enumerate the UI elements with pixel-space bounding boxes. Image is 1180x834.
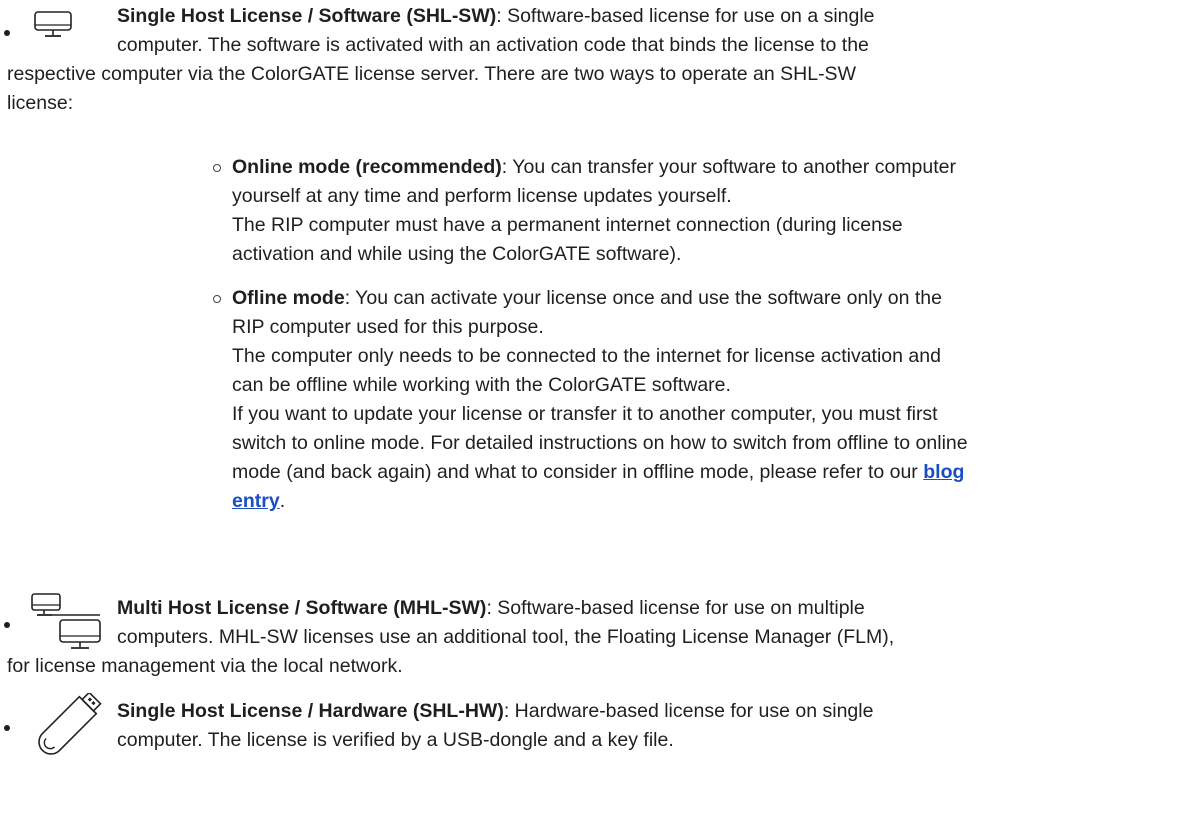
mode-line-2: RIP computer used for this purpose. [232, 316, 544, 338]
mode-line-8: entry. [232, 490, 286, 512]
bullet [4, 725, 10, 731]
mode-line-3: The computer only needs to be connected … [232, 345, 941, 367]
license-item-shl-hw: Single Host License / Hardware (SHL-HW):… [0, 693, 1160, 755]
license-line-2: computers. MHL-SW licenses use an additi… [117, 626, 895, 648]
mode-line-6: switch to online mode. For detailed inst… [232, 432, 968, 454]
mode-line-4: activation and while using the ColorGATE… [232, 243, 682, 265]
two-monitors-icon [31, 593, 101, 649]
mode-line-1: Online mode (recommended): You can trans… [232, 156, 956, 178]
mode-title: Online mode (recommended) [232, 156, 502, 178]
license-title: Multi Host License / Software (MHL-SW) [117, 597, 487, 619]
license-line-1: Single Host License / Hardware (SHL-HW):… [117, 700, 874, 722]
mode-line-5: If you want to update your license or tr… [232, 403, 938, 425]
license-item-shl-sw: Single Host License / Software (SHL-SW):… [0, 2, 1160, 118]
mode-item-online: Online mode (recommended): You can trans… [213, 153, 1162, 269]
blog-entry-link[interactable]: blog [923, 461, 964, 483]
mode-line-1: Ofline mode: You can activate your licen… [232, 287, 942, 309]
license-line-4: license: [7, 92, 74, 114]
license-line-2: computer. The software is activated with… [117, 34, 869, 56]
license-line-3: for license management via the local net… [7, 655, 403, 677]
bullet [4, 622, 10, 628]
license-types-document: Single Host License / Software (SHL-SW):… [0, 0, 1180, 834]
monitor-icon [34, 11, 72, 37]
license-title: Single Host License / Software (SHL-SW) [117, 5, 497, 27]
mode-line-2: yourself at any time and perform license… [232, 185, 732, 207]
license-line-1: Single Host License / Software (SHL-SW):… [117, 5, 875, 27]
license-title: Single Host License / Hardware (SHL-HW) [117, 700, 504, 722]
blog-entry-link-continued[interactable]: entry [232, 490, 280, 512]
mode-line-3: The RIP computer must have a permanent i… [232, 214, 903, 236]
license-line-2: computer. The license is verified by a U… [117, 729, 674, 751]
circle-bullet [213, 164, 221, 172]
license-item-mhl-sw: Multi Host License / Software (MHL-SW): … [0, 593, 1160, 681]
usb-dongle-icon [38, 693, 102, 755]
mode-line-4: can be offline while working with the Co… [232, 374, 731, 396]
mode-line-7: mode (and back again) and what to consid… [232, 461, 965, 483]
license-line-3: respective computer via the ColorGATE li… [7, 63, 856, 85]
bullet [4, 30, 10, 36]
mode-item-offline: Ofline mode: You can activate your licen… [213, 284, 1162, 516]
circle-bullet [213, 295, 221, 303]
license-line-1: Multi Host License / Software (MHL-SW): … [117, 597, 865, 619]
mode-title: Ofline mode [232, 287, 345, 309]
